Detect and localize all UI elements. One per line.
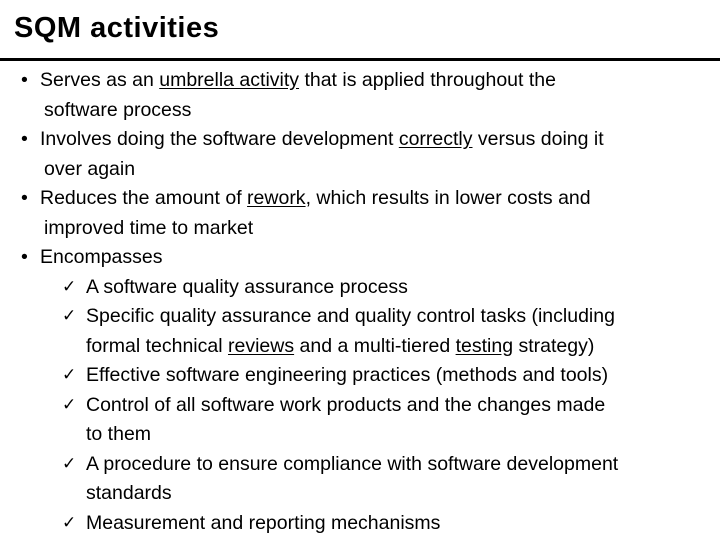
subitem-text: formal technical reviews and a multi-tie… bbox=[86, 334, 595, 357]
underlined-term: rework bbox=[247, 187, 306, 209]
bullet-text: Serves as an umbrella activity that is a… bbox=[40, 69, 556, 91]
slide-title: SQM activities bbox=[14, 12, 220, 44]
checkmark-icon: ✓ bbox=[62, 394, 77, 414]
checkmark-icon: ✓ bbox=[62, 453, 77, 473]
subitem-text: A software quality assurance process bbox=[86, 275, 408, 298]
bullet-icon: • bbox=[21, 246, 28, 268]
underlined-term: umbrella activity bbox=[159, 69, 300, 91]
checkmark-icon: ✓ bbox=[62, 365, 77, 384]
checkmark-icon: ✓ bbox=[62, 512, 77, 532]
checkmark-icon: ✓ bbox=[62, 276, 77, 296]
underlined-term: testing bbox=[455, 334, 514, 357]
bullet-text: over again bbox=[44, 157, 136, 180]
subitem-text: Control of all software work products an… bbox=[86, 393, 606, 416]
bullet-text: software process bbox=[44, 98, 192, 121]
bullet-text: Involves doing the software development … bbox=[40, 128, 604, 150]
bullet-icon: • bbox=[21, 187, 28, 209]
checkmark-icon: ✓ bbox=[62, 306, 77, 325]
subitem-text: A procedure to ensure compliance with so… bbox=[86, 452, 619, 475]
bullet-icon: • bbox=[21, 69, 28, 91]
underlined-term: reviews bbox=[227, 334, 295, 357]
subitem-text: standards bbox=[86, 482, 172, 504]
bullet-text: Encompasses bbox=[40, 246, 163, 268]
subitem-text: Measurement and reporting mechanisms bbox=[86, 511, 441, 534]
bullet-icon: • bbox=[21, 128, 28, 150]
subitem-text: Specific quality assurance and quality c… bbox=[86, 305, 615, 327]
subitem-text: to them bbox=[86, 423, 152, 445]
bullet-text: improved time to market bbox=[44, 216, 254, 239]
subitem-text: Effective software engineering practices… bbox=[86, 364, 609, 386]
underlined-term: correctly bbox=[398, 128, 473, 150]
title-divider bbox=[0, 58, 720, 61]
bullet-text: Reduces the amount of rework, which resu… bbox=[40, 187, 591, 209]
